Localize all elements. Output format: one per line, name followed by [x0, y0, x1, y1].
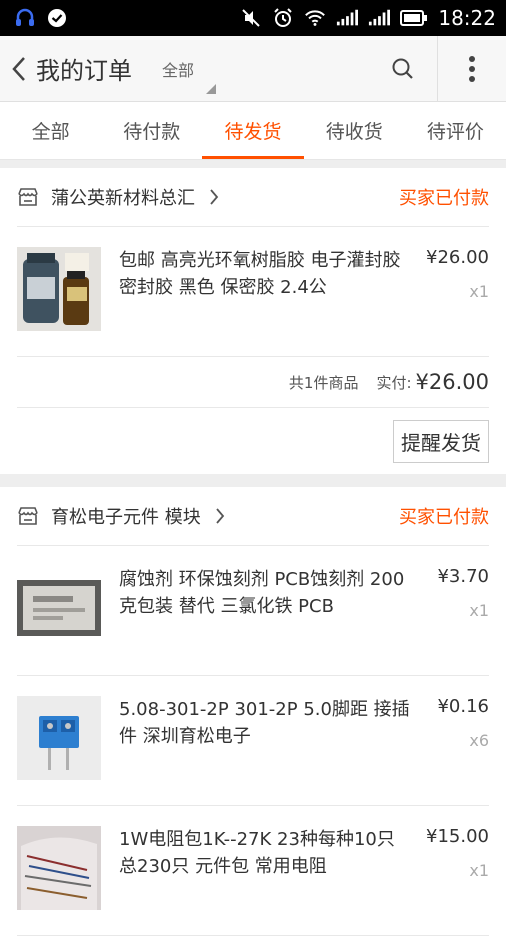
remind-shipment-button[interactable]: 提醒发货	[393, 419, 489, 463]
order-summary: 共1件商品 实付: ¥26.00	[17, 357, 489, 408]
tab-pending-review[interactable]: 待评价	[405, 102, 506, 159]
status-time: 18:22	[438, 6, 496, 30]
store-icon	[17, 186, 39, 208]
product-quantity: x1	[469, 601, 489, 620]
section-gap	[0, 160, 506, 168]
order-card: 蒲公英新材料总汇 买家已付款 包邮 高亮光环氧树脂胶 电子灌封胶 密封胶 黑色 …	[0, 168, 506, 474]
order-status: 买家已付款	[399, 507, 489, 528]
signal-icon	[336, 7, 359, 29]
order-item[interactable]: 1W电阻包1K--27K 23种每种10只总230只 元件包 常用电阻 ¥15.…	[17, 806, 489, 936]
product-price: ¥15.00	[426, 826, 489, 847]
mute-icon	[240, 7, 262, 29]
product-price: ¥0.16	[437, 696, 489, 717]
wifi-icon	[304, 7, 326, 29]
product-image	[17, 696, 101, 780]
tab-pending-receipt[interactable]: 待收货	[304, 102, 405, 159]
status-bar: 18:22	[0, 0, 506, 36]
shop-header[interactable]: 育松电子元件 模块 买家已付款	[17, 487, 489, 546]
item-count: 共1件商品	[288, 373, 359, 392]
more-vertical-icon	[469, 55, 475, 82]
search-button[interactable]	[369, 36, 437, 102]
shop-name: 育松电子元件 模块	[51, 507, 201, 528]
paid-total: ¥26.00	[415, 370, 489, 394]
order-tabs: 全部 待付款 待发货 待收货 待评价	[0, 102, 506, 160]
tab-all[interactable]: 全部	[0, 102, 101, 159]
back-button[interactable]	[2, 36, 36, 102]
product-image	[17, 826, 101, 910]
paid-label: 实付:	[376, 373, 412, 392]
product-title: 包邮 高亮光环氧树脂胶 电子灌封胶 密封胶 黑色 保密胶 2.4公	[119, 250, 401, 298]
product-title: 腐蚀剂 环保蚀刻剂 PCB蚀刻剂 200克包装 替代 三氯化铁 PCB	[119, 569, 405, 617]
order-item[interactable]: 5.08-301-2P 301-2P 5.0脚距 接插件 深圳育松电子 ¥0.1…	[17, 676, 489, 806]
shop-name: 蒲公英新材料总汇	[51, 188, 195, 209]
section-gap	[0, 474, 506, 487]
product-quantity: x1	[469, 861, 489, 880]
filter-label: 全部	[162, 60, 195, 80]
dropdown-corner-icon	[206, 83, 217, 94]
chevron-right-icon	[215, 507, 225, 525]
order-card: 育松电子元件 模块 买家已付款 腐蚀剂 环保蚀刻剂 PCB蚀刻剂 200克包装 …	[0, 487, 506, 936]
product-price: ¥3.70	[437, 566, 489, 587]
chevron-right-icon	[209, 188, 219, 206]
order-status: 买家已付款	[399, 188, 489, 209]
product-title: 5.08-301-2P 301-2P 5.0脚距 接插件 深圳育松电子	[119, 699, 410, 747]
product-image	[17, 247, 101, 331]
product-quantity: x1	[469, 282, 489, 301]
more-options-button[interactable]	[438, 36, 506, 102]
signal-icon	[368, 7, 391, 29]
order-item[interactable]: 腐蚀剂 环保蚀刻剂 PCB蚀刻剂 200克包装 替代 三氯化铁 PCB ¥3.7…	[17, 546, 489, 676]
order-item[interactable]: 包邮 高亮光环氧树脂胶 电子灌封胶 密封胶 黑色 保密胶 2.4公 ¥26.00…	[17, 227, 489, 357]
headset-icon	[14, 7, 36, 29]
order-actions: 提醒发货	[17, 408, 489, 474]
page-title: 我的订单	[36, 57, 132, 85]
search-icon	[392, 58, 413, 79]
battery-icon	[400, 7, 428, 29]
product-image	[17, 566, 101, 650]
product-title: 1W电阻包1K--27K 23种每种10只总230只 元件包 常用电阻	[119, 829, 395, 877]
store-icon	[17, 505, 39, 527]
tab-pending-payment[interactable]: 待付款	[101, 102, 202, 159]
tab-pending-shipment[interactable]: 待发货	[202, 102, 304, 159]
product-quantity: x6	[469, 731, 489, 750]
shop-header[interactable]: 蒲公英新材料总汇 买家已付款	[17, 168, 489, 227]
order-filter-dropdown[interactable]: 全部	[162, 36, 220, 102]
chevron-left-icon	[12, 56, 25, 81]
check-circle-icon	[46, 7, 68, 29]
app-header: 我的订单 全部	[0, 35, 506, 102]
product-price: ¥26.00	[426, 247, 489, 268]
alarm-icon	[272, 7, 294, 29]
